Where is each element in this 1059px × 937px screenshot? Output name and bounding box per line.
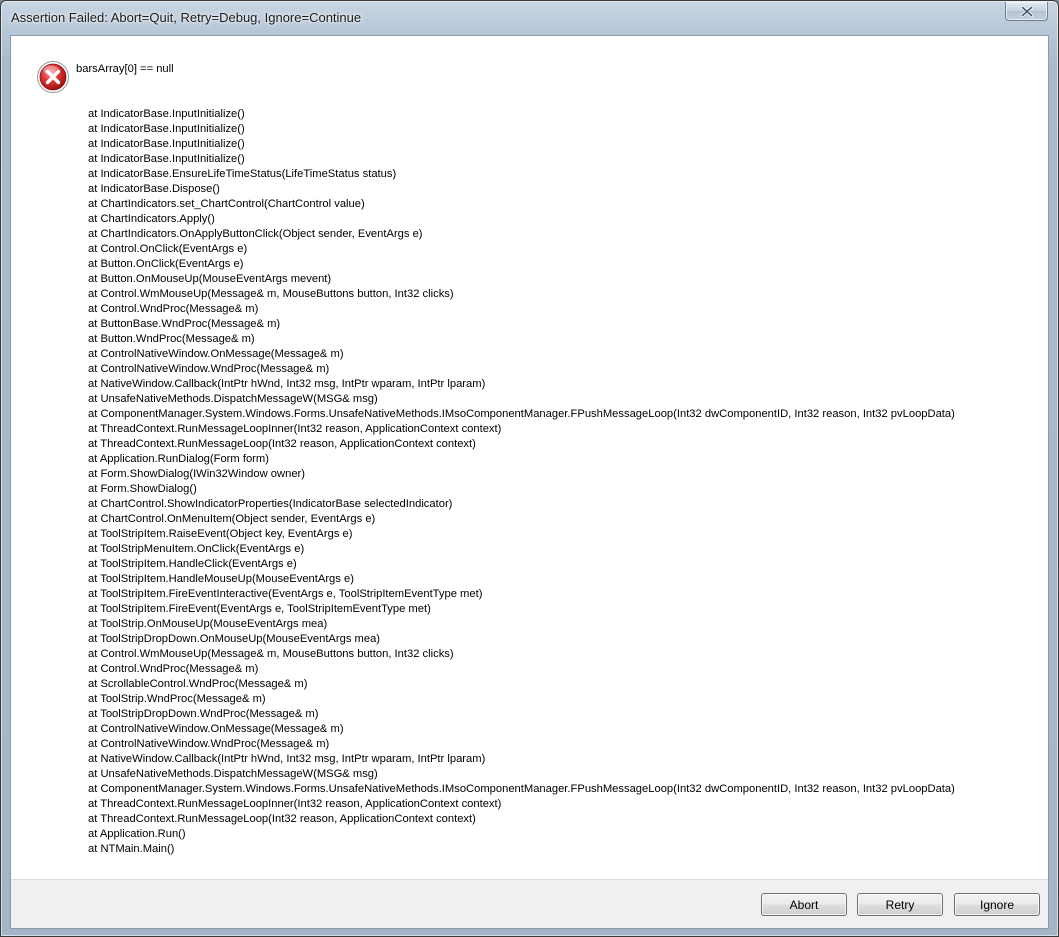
stack-frame: at Button.WndProc(Message& m) (88, 333, 255, 345)
stack-frame: at ToolStripDropDown.WndProc(Message& m) (88, 708, 319, 720)
stack-frame: at NTMain.Main() (88, 843, 175, 855)
stack-frame: at ButtonBase.WndProc(Message& m) (88, 318, 281, 330)
stack-frame: at ToolStripItem.FireEventInteractive(Ev… (88, 588, 483, 600)
abort-button[interactable]: Abort (761, 893, 847, 916)
retry-button[interactable]: Retry (857, 893, 943, 916)
stack-frame: at ThreadContext.RunMessageLoop(Int32 re… (88, 813, 476, 825)
stack-frame: at IndicatorBase.InputInitialize() (88, 153, 245, 165)
stack-frame: at ToolStripItem.RaiseEvent(Object key, … (88, 528, 353, 540)
stack-frame: at ControlNativeWindow.WndProc(Message& … (88, 738, 330, 750)
stack-frame: at NativeWindow.Callback(IntPtr hWnd, In… (88, 378, 486, 390)
stack-frame: at ThreadContext.RunMessageLoopInner(Int… (88, 798, 502, 810)
stack-frame: at ToolStripDropDown.OnMouseUp(MouseEven… (88, 633, 381, 645)
close-button[interactable] (1005, 2, 1048, 21)
stack-frame: at Form.ShowDialog() (88, 483, 197, 495)
window-title: Assertion Failed: Abort=Quit, Retry=Debu… (11, 10, 362, 25)
stack-frame: at IndicatorBase.InputInitialize() (88, 108, 245, 120)
stack-frame: at IndicatorBase.Dispose() (88, 183, 220, 195)
stack-frame: at ToolStripMenuItem.OnClick(EventArgs e… (88, 543, 305, 555)
stack-frame: at Application.RunDialog(Form form) (88, 453, 269, 465)
stack-frame: at ToolStripItem.HandleClick(EventArgs e… (88, 558, 297, 570)
stack-frame: at IndicatorBase.InputInitialize() (88, 138, 245, 150)
stack-frame: at ToolStrip.WndProc(Message& m) (88, 693, 266, 705)
stack-frame: at ControlNativeWindow.OnMessage(Message… (88, 723, 344, 735)
stack-frame: at UnsafeNativeMethods.DispatchMessageW(… (88, 768, 378, 780)
error-icon (37, 61, 69, 93)
stack-frame: at ComponentManager.System.Windows.Forms… (88, 783, 955, 795)
stack-frame: at UnsafeNativeMethods.DispatchMessageW(… (88, 393, 378, 405)
stack-frame: at ThreadContext.RunMessageLoopInner(Int… (88, 423, 502, 435)
stack-frame: at Control.OnClick(EventArgs e) (88, 243, 248, 255)
stack-frame: at Control.WndProc(Message& m) (88, 663, 259, 675)
stack-frame: at Button.OnMouseUp(MouseEventArgs meven… (88, 273, 332, 285)
stack-frame: at ThreadContext.RunMessageLoop(Int32 re… (88, 438, 476, 450)
stack-frame: at NativeWindow.Callback(IntPtr hWnd, In… (88, 753, 486, 765)
stack-frame: at Control.WmMouseUp(Message& m, MouseBu… (88, 288, 454, 300)
stack-frame: at ControlNativeWindow.OnMessage(Message… (88, 348, 344, 360)
stack-frame: at ChartIndicators.Apply() (88, 213, 215, 225)
stack-frame: at IndicatorBase.InputInitialize() (88, 123, 245, 135)
stack-frame: at ChartIndicators.set_ChartControl(Char… (88, 198, 365, 210)
stack-trace: at IndicatorBase.InputInitialize() at Ind… (88, 107, 1043, 857)
stack-frame: at ComponentManager.System.Windows.Forms… (88, 408, 955, 420)
stack-frame: at ScrollableControl.WndProc(Message& m) (88, 678, 308, 690)
stack-frame: at IndicatorBase.EnsureLifeTimeStatus(Li… (88, 168, 397, 180)
stack-frame: at ControlNativeWindow.WndProc(Message& … (88, 363, 330, 375)
stack-frame: at Application.Run() (88, 828, 186, 840)
stack-frame: at ToolStripItem.FireEvent(EventArgs e, … (88, 603, 431, 615)
stack-frame: at ChartControl.ShowIndicatorProperties(… (88, 498, 453, 510)
stack-frame: at Control.WmMouseUp(Message& m, MouseBu… (88, 648, 454, 660)
stack-frame: at ChartControl.OnMenuItem(Object sender… (88, 513, 376, 525)
assertion-message: barsArray[0] == null (76, 63, 174, 75)
assertion-dialog-window: Assertion Failed: Abort=Quit, Retry=Debu… (0, 0, 1059, 937)
stack-frame: at ToolStrip.OnMouseUp(MouseEventArgs me… (88, 618, 328, 630)
dialog-content: barsArray[0] == null at IndicatorBase.In… (10, 35, 1049, 929)
stack-frame: at ChartIndicators.OnApplyButtonClick(Ob… (88, 228, 423, 240)
stack-frame: at Form.ShowDialog(IWin32Window owner) (88, 468, 305, 480)
title-bar[interactable]: Assertion Failed: Abort=Quit, Retry=Debu… (1, 1, 1058, 34)
stack-frame: at Button.OnClick(EventArgs e) (88, 258, 244, 270)
close-icon (1020, 5, 1033, 17)
ignore-button[interactable]: Ignore (954, 893, 1040, 916)
stack-frame: at ToolStripItem.HandleMouseUp(MouseEven… (88, 573, 354, 585)
stack-frame: at Control.WndProc(Message& m) (88, 303, 259, 315)
button-bar: Abort Retry Ignore (11, 879, 1048, 928)
